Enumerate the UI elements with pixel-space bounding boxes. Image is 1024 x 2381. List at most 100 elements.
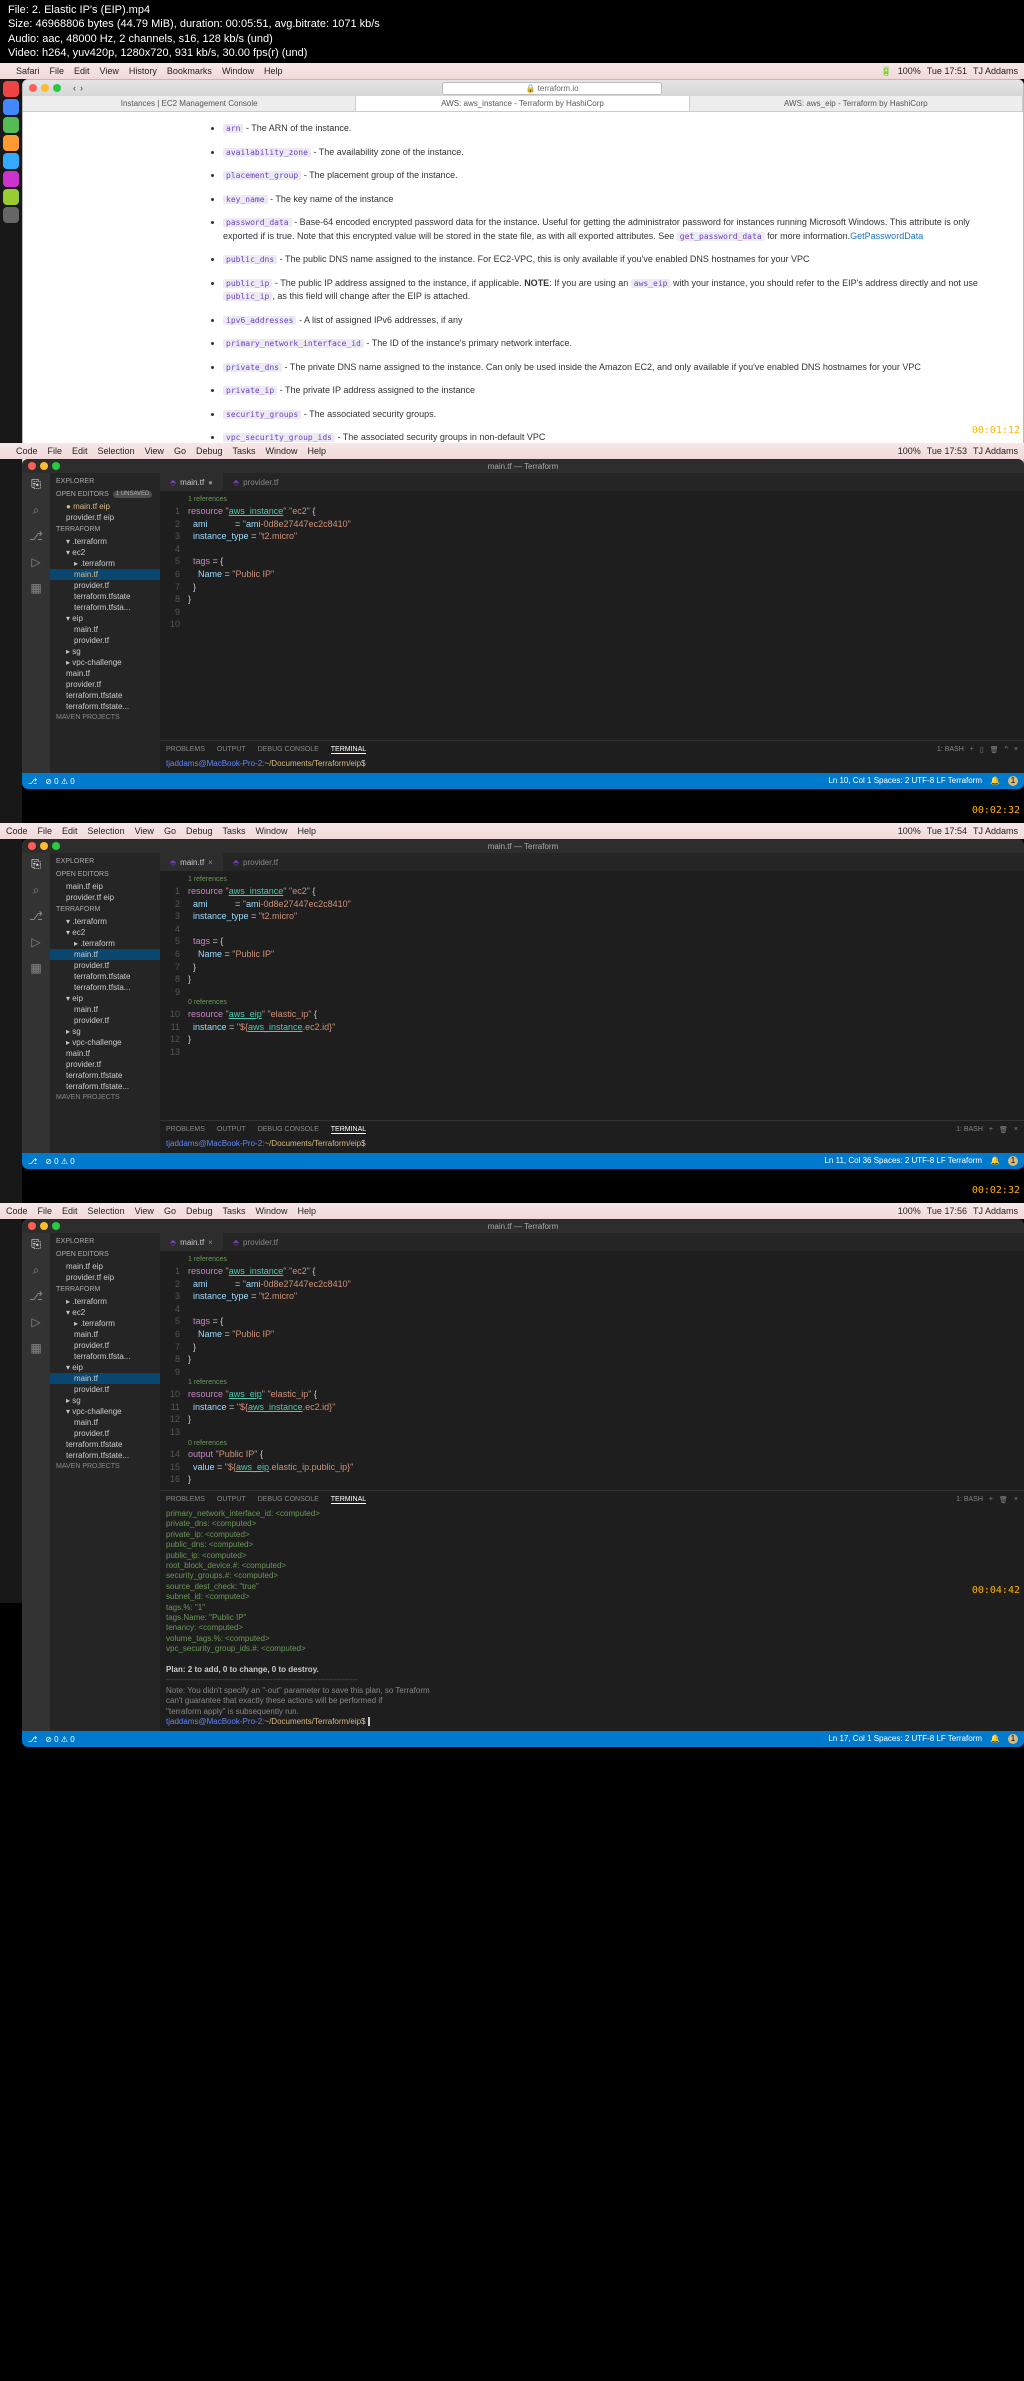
status-cursor[interactable]: Ln 17, Col 1 Spaces: 2 UTF-8 LF Terrafor… <box>828 1734 982 1744</box>
menu-help[interactable]: Help <box>264 66 283 76</box>
tree-file[interactable]: terraform.tfsta... <box>50 602 160 613</box>
scm-icon[interactable]: ⎇ <box>28 1289 44 1305</box>
tree-file[interactable]: main.tf <box>50 1048 160 1059</box>
panel-tab[interactable]: PROBLEMS <box>166 746 205 754</box>
terminal[interactable]: tjaddams@MacBook-Pro-2:~/Documents/Terra… <box>166 757 1018 771</box>
tree-file[interactable]: terraform.tfsta... <box>50 1351 160 1362</box>
menu-go[interactable]: Go <box>164 826 176 836</box>
tree-file[interactable]: main.tf <box>50 1004 160 1015</box>
tree-folder[interactable]: eip <box>50 993 160 1004</box>
panel-tab[interactable]: TERMINAL <box>331 1126 366 1134</box>
tree-folder[interactable]: .terraform <box>50 1296 160 1307</box>
code-editor[interactable]: 1 references1resource "aws_instance" "ec… <box>160 1251 1024 1490</box>
debug-icon[interactable]: ▷ <box>28 1315 44 1331</box>
menu-window[interactable]: Window <box>222 66 254 76</box>
menu-edit[interactable]: Edit <box>62 1206 78 1216</box>
warn-badge[interactable]: 1 <box>1008 1734 1018 1744</box>
workspace-header[interactable]: TERRAFORM <box>50 903 160 916</box>
open-editor-item[interactable]: provider.tf eip <box>50 1272 160 1283</box>
explorer-icon[interactable]: ⎘ <box>28 1237 44 1253</box>
browser-tab[interactable]: Instances | EC2 Management Console <box>23 96 356 111</box>
editor-tab[interactable]: ⬘main.tf× <box>160 853 223 871</box>
extensions-icon[interactable]: ▦ <box>28 581 44 597</box>
close-icon[interactable]: ● <box>208 478 213 487</box>
tree-folder[interactable]: sg <box>50 1026 160 1037</box>
search-icon[interactable]: ⌕ <box>28 883 44 899</box>
editor-tab[interactable]: ⬘main.tf× <box>160 1233 223 1251</box>
status-problems[interactable]: ⊘ 0 ⚠ 0 <box>45 1157 74 1166</box>
dock-app[interactable] <box>3 117 19 133</box>
tree-folder[interactable]: .terraform <box>50 916 160 927</box>
tree-file[interactable]: main.tf <box>50 569 160 580</box>
menu-app[interactable]: Code <box>16 446 38 456</box>
plus-icon[interactable]: + <box>989 1496 993 1504</box>
status-problems[interactable]: ⊘ 0 ⚠ 0 <box>45 1735 74 1744</box>
tree-file[interactable]: terraform.tfstate <box>50 591 160 602</box>
panel-tab[interactable]: DEBUG CONSOLE <box>258 1126 319 1134</box>
tree-file[interactable]: terraform.tfsta... <box>50 982 160 993</box>
extensions-icon[interactable]: ▦ <box>28 1341 44 1357</box>
warn-badge[interactable]: 1 <box>1008 776 1018 786</box>
menu-app[interactable]: Safari <box>16 66 40 76</box>
open-editor-item[interactable]: main.tf eip <box>50 1261 160 1272</box>
terminal-selector[interactable]: 1: bash <box>937 746 964 754</box>
menu-debug[interactable]: Debug <box>186 826 213 836</box>
panel-tab[interactable]: PROBLEMS <box>166 1496 205 1504</box>
tree-folder[interactable]: eip <box>50 613 160 624</box>
close-icon[interactable]: × <box>208 1238 213 1247</box>
tree-file[interactable]: provider.tf <box>50 1340 160 1351</box>
menu-go[interactable]: Go <box>164 1206 176 1216</box>
menu-file[interactable]: File <box>38 1206 53 1216</box>
menu-view[interactable]: View <box>145 446 164 456</box>
open-editors-header[interactable]: OPEN EDITORS <box>56 1251 109 1258</box>
terminal[interactable]: tjaddams@MacBook-Pro-2:~/Documents/Terra… <box>166 1137 1018 1151</box>
panel-tab[interactable]: PROBLEMS <box>166 1126 205 1134</box>
code-editor[interactable]: 1 references1resource "aws_instance" "ec… <box>160 871 1024 1120</box>
menu-view[interactable]: View <box>100 66 119 76</box>
menu-window[interactable]: Window <box>266 446 298 456</box>
menu-debug[interactable]: Debug <box>196 446 223 456</box>
dock-app[interactable] <box>3 189 19 205</box>
forward-icon[interactable]: › <box>80 83 83 93</box>
editor-tab[interactable]: ⬘provider.tf <box>223 1233 288 1251</box>
tree-file[interactable]: terraform.tfstate <box>50 1070 160 1081</box>
split-icon[interactable]: ▯ <box>980 746 984 754</box>
workspace-header[interactable]: TERRAFORM <box>50 523 160 536</box>
menu-file[interactable]: File <box>38 826 53 836</box>
status-problems[interactable]: ⊘ 0 ⚠ 0 <box>45 777 74 786</box>
menu-window[interactable]: Window <box>256 1206 288 1216</box>
menu-help[interactable]: Help <box>298 1206 317 1216</box>
panel-tab[interactable]: TERMINAL <box>331 746 366 754</box>
tree-folder[interactable]: .terraform <box>50 938 160 949</box>
tree-file[interactable]: main.tf <box>50 1417 160 1428</box>
terminal-selector[interactable]: 1: bash <box>956 1496 983 1504</box>
plus-icon[interactable]: + <box>970 746 974 754</box>
dock-app[interactable] <box>3 135 19 151</box>
scm-icon[interactable]: ⎇ <box>28 909 44 925</box>
debug-icon[interactable]: ▷ <box>28 555 44 571</box>
panel-tab[interactable]: OUTPUT <box>217 746 246 754</box>
trash-icon[interactable]: 🗑 <box>999 1496 1008 1504</box>
panel-tab[interactable]: TERMINAL <box>331 1496 366 1504</box>
tree-file[interactable]: provider.tf <box>50 960 160 971</box>
tree-file[interactable]: provider.tf <box>50 580 160 591</box>
tree-folder[interactable]: .terraform <box>50 536 160 547</box>
status-branch[interactable]: ⎇ <box>28 1157 37 1166</box>
tree-file[interactable]: provider.tf <box>50 1015 160 1026</box>
tree-folder[interactable]: eip <box>50 1362 160 1373</box>
close-icon[interactable]: × <box>1014 1496 1018 1504</box>
window-controls[interactable] <box>29 84 61 92</box>
back-icon[interactable]: ‹ <box>73 83 76 93</box>
search-icon[interactable]: ⌕ <box>28 1263 44 1279</box>
terminal[interactable]: primary_network_interface_id: <computed>… <box>166 1507 1018 1729</box>
open-editor-item[interactable]: provider.tf eip <box>50 892 160 903</box>
tree-folder[interactable]: vpc-challenge <box>50 1037 160 1048</box>
menu-bookmarks[interactable]: Bookmarks <box>167 66 212 76</box>
panel-tab[interactable]: OUTPUT <box>217 1496 246 1504</box>
menu-tasks[interactable]: Tasks <box>232 446 255 456</box>
extensions-icon[interactable]: ▦ <box>28 961 44 977</box>
menu-file[interactable]: File <box>50 66 65 76</box>
trash-icon[interactable]: 🗑 <box>990 746 999 754</box>
panel-tab[interactable]: DEBUG CONSOLE <box>258 746 319 754</box>
menu-edit[interactable]: Edit <box>74 66 90 76</box>
